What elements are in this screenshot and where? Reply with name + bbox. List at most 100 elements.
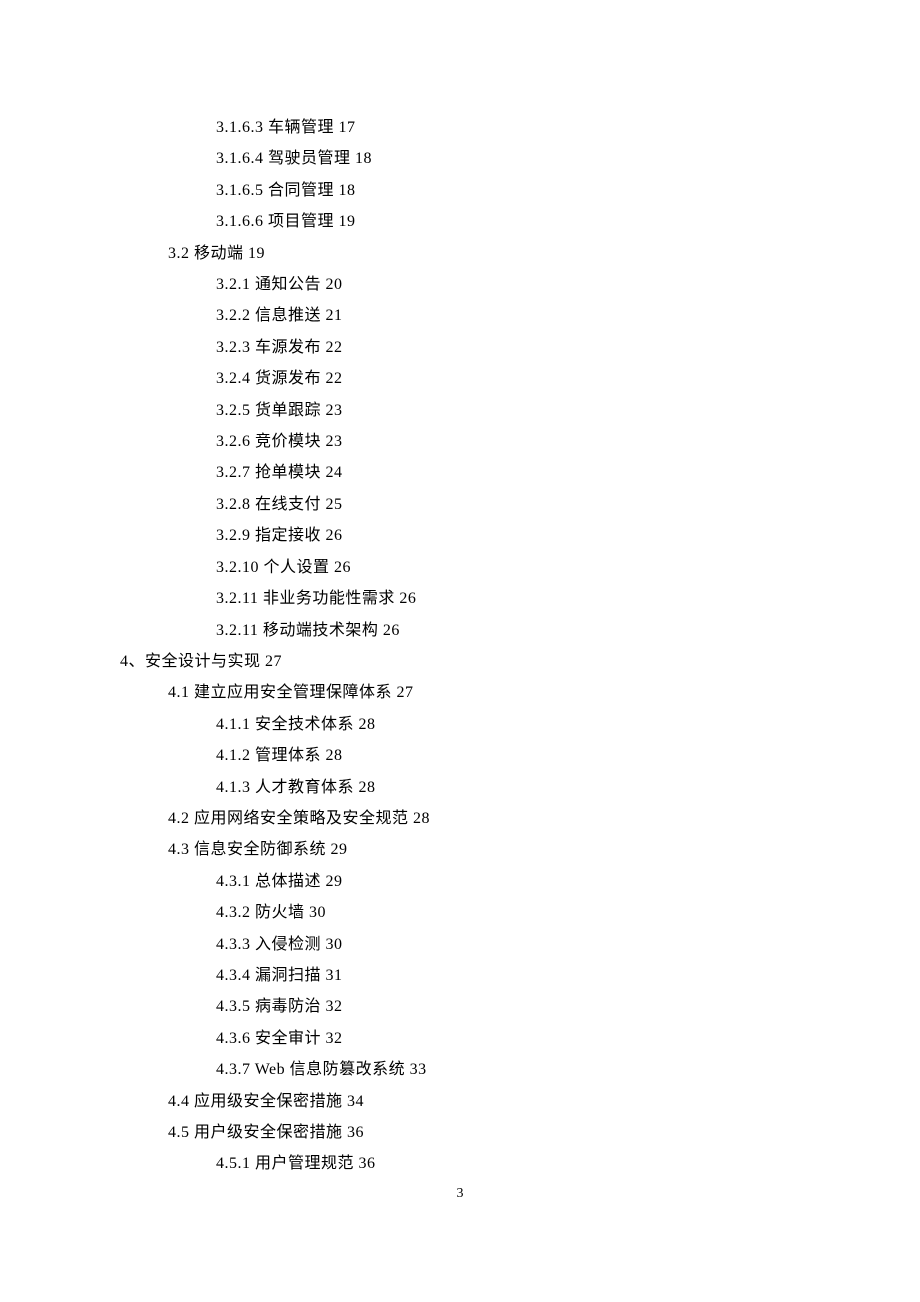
toc-entry-title: 车辆管理 xyxy=(268,119,334,136)
toc-entry-title: 合同管理 xyxy=(268,182,334,199)
toc-entry-page: 36 xyxy=(359,1155,376,1172)
page-number: 3 xyxy=(0,1186,920,1202)
toc-entry-page: 19 xyxy=(248,245,265,262)
toc-entry-title: 驾驶员管理 xyxy=(268,150,351,167)
toc-entry-number: 3.2.3 xyxy=(216,339,251,356)
toc-entry: 4.4 应用级安全保密措施 34 xyxy=(168,1086,800,1117)
toc-entry-number: 4.3 xyxy=(168,841,190,858)
toc-entry-number: 3.2.11 xyxy=(216,590,258,607)
toc-entry: 3.2.9 指定接收 26 xyxy=(216,520,800,551)
toc-entry: 3.2.6 竞价模块 23 xyxy=(216,426,800,457)
toc-entry-number: 4.1 xyxy=(168,684,190,701)
toc-entry-number: 4.3.7 xyxy=(216,1061,251,1078)
toc-entry-page: 29 xyxy=(331,841,348,858)
toc-entry-number: 4.3.5 xyxy=(216,998,251,1015)
toc-entry-number: 4.3.3 xyxy=(216,936,251,953)
toc-entry-title: 防火墙 xyxy=(255,904,305,921)
toc-entry-page: 25 xyxy=(326,496,343,513)
toc-entry-title: 个人设置 xyxy=(264,559,330,576)
toc-entry-title: 用户级安全保密措施 xyxy=(194,1124,343,1141)
toc-entry-title: 通知公告 xyxy=(255,276,321,293)
toc-entry-page: 22 xyxy=(326,339,343,356)
toc-entry: 4.5.1 用户管理规范 36 xyxy=(216,1148,800,1179)
toc-entry: 3.1.6.3 车辆管理 17 xyxy=(216,112,800,143)
toc-entry: 4.3.2 防火墙 30 xyxy=(216,897,800,928)
toc-entry-title: 信息安全防御系统 xyxy=(194,841,326,858)
toc-entry-title: 建立应用安全管理保障体系 xyxy=(194,684,392,701)
toc-entry-title: 货单跟踪 xyxy=(255,402,321,419)
toc-entry-page: 28 xyxy=(359,716,376,733)
toc-entry-page: 18 xyxy=(339,182,356,199)
toc-entry-number: 3.2.10 xyxy=(216,559,259,576)
toc-entry-page: 28 xyxy=(326,747,343,764)
toc-entry: 3.2.11 非业务功能性需求 26 xyxy=(216,583,800,614)
toc-entry: 4.3.5 病毒防治 32 xyxy=(216,991,800,1022)
toc-entry-title: 应用网络安全策略及安全规范 xyxy=(194,810,409,827)
toc-entry-number: 4.3.4 xyxy=(216,967,251,984)
toc-entry: 4.3.3 入侵检测 30 xyxy=(216,929,800,960)
toc-entry-page: 28 xyxy=(359,779,376,796)
toc-entry-page: 19 xyxy=(339,213,356,230)
toc-entry-number: 3.2.1 xyxy=(216,276,251,293)
toc-entry-page: 18 xyxy=(355,150,372,167)
toc-entry: 3.2.3 车源发布 22 xyxy=(216,332,800,363)
toc-entry-title: 应用级安全保密措施 xyxy=(194,1093,343,1110)
toc-entry-title: 货源发布 xyxy=(255,370,321,387)
toc-entry-title: 移动端 xyxy=(194,245,244,262)
toc-entry-title: 用户管理规范 xyxy=(255,1155,354,1172)
toc-entry-number: 4.5.1 xyxy=(216,1155,251,1172)
toc-entry-number: 3.1.6.3 xyxy=(216,119,264,136)
toc-entry-number: 3.1.6.5 xyxy=(216,182,264,199)
toc-entry-number: 3.2.2 xyxy=(216,307,251,324)
toc-entry-page: 27 xyxy=(397,684,414,701)
toc-entry-title: 指定接收 xyxy=(255,527,321,544)
toc-entry-number: 3.2 xyxy=(168,245,190,262)
toc-entry: 3.1.6.5 合同管理 18 xyxy=(216,175,800,206)
toc-entry-number: 3.2.7 xyxy=(216,464,251,481)
toc-entry-page: 24 xyxy=(326,464,343,481)
toc-entry-number: 4.3.6 xyxy=(216,1030,251,1047)
toc-entry-page: 23 xyxy=(326,433,343,450)
toc-entry-page: 36 xyxy=(347,1124,364,1141)
toc-entry: 4.1.2 管理体系 28 xyxy=(216,740,800,771)
toc-entry: 3.2.4 货源发布 22 xyxy=(216,363,800,394)
toc-entry: 4.3.6 安全审计 32 xyxy=(216,1023,800,1054)
toc-entry-number: 3.2.11 xyxy=(216,622,258,639)
toc-entry: 4.3 信息安全防御系统 29 xyxy=(168,834,800,865)
toc-entry-page: 22 xyxy=(326,370,343,387)
toc-entry-title: 车源发布 xyxy=(255,339,321,356)
toc-entry-number: 3.1.6.4 xyxy=(216,150,264,167)
toc-entry: 4.2 应用网络安全策略及安全规范 28 xyxy=(168,803,800,834)
toc-entry: 3.2 移动端 19 xyxy=(168,238,800,269)
toc-entry-page: 20 xyxy=(326,276,343,293)
toc-entry: 3.1.6.6 项目管理 19 xyxy=(216,206,800,237)
toc-entry-number: 4.2 xyxy=(168,810,190,827)
toc-entry: 3.2.8 在线支付 25 xyxy=(216,489,800,520)
toc-entry-page: 26 xyxy=(326,527,343,544)
toc-entry-title: 病毒防治 xyxy=(255,998,321,1015)
toc-entry-page: 21 xyxy=(326,307,343,324)
toc-entry-title: 移动端技术架构 xyxy=(263,622,379,639)
toc-entry-title: 安全设计与实现 xyxy=(145,653,261,670)
toc-entry-number: 4、 xyxy=(120,653,145,670)
toc-entry: 4.3.4 漏洞扫描 31 xyxy=(216,960,800,991)
toc-entry-title: Web 信息防篡改系统 xyxy=(255,1061,405,1078)
toc-entry-title: 非业务功能性需求 xyxy=(263,590,395,607)
table-of-contents: 3.1.6.3 车辆管理 173.1.6.4 驾驶员管理 183.1.6.5 合… xyxy=(120,112,800,1180)
toc-entry-number: 4.1.1 xyxy=(216,716,251,733)
toc-entry-title: 竞价模块 xyxy=(255,433,321,450)
toc-entry-number: 4.4 xyxy=(168,1093,190,1110)
toc-entry: 4.5 用户级安全保密措施 36 xyxy=(168,1117,800,1148)
toc-entry-number: 3.2.5 xyxy=(216,402,251,419)
toc-entry-page: 26 xyxy=(399,590,416,607)
toc-entry-number: 4.1.2 xyxy=(216,747,251,764)
toc-entry-title: 漏洞扫描 xyxy=(255,967,321,984)
toc-entry-page: 26 xyxy=(334,559,351,576)
toc-entry-title: 入侵检测 xyxy=(255,936,321,953)
toc-entry: 3.2.5 货单跟踪 23 xyxy=(216,395,800,426)
toc-entry-title: 人才教育体系 xyxy=(255,779,354,796)
toc-entry-page: 32 xyxy=(326,1030,343,1047)
toc-entry-number: 3.2.9 xyxy=(216,527,251,544)
toc-entry: 4.1.3 人才教育体系 28 xyxy=(216,772,800,803)
toc-entry-number: 4.5 xyxy=(168,1124,190,1141)
